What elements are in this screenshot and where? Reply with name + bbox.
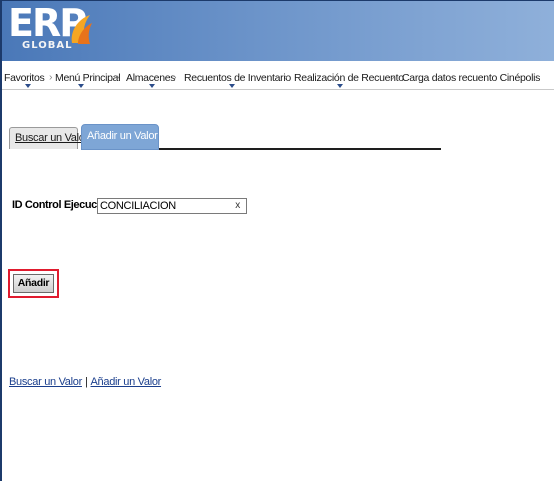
nav-separator: › <box>391 71 395 83</box>
add-button-highlight: Añadir <box>8 269 59 298</box>
almacenes-dropdown-icon[interactable] <box>149 84 155 88</box>
nav-separator: › <box>116 71 120 83</box>
bottom-links: Buscar un Valor | Añadir un Valor <box>9 376 161 388</box>
tab-buscar-un-valor[interactable]: Buscar un Valor <box>9 127 88 149</box>
clear-input-icon[interactable]: x <box>235 199 240 213</box>
id-control-ejecucion-input[interactable]: CONCILIACION x <box>97 198 247 214</box>
favoritos-dropdown-icon[interactable] <box>25 84 31 88</box>
nav-item-recuentos-inventario[interactable]: Recuentos de Inventario <box>184 72 291 84</box>
breadcrumb-navigation: Favoritos › Menú Principal › Almacenes ›… <box>2 61 554 90</box>
add-button[interactable]: Añadir <box>13 274 54 293</box>
page-tabs: Buscar un Valor Añadir un Valor <box>9 124 441 152</box>
recuentos-dropdown-icon[interactable] <box>229 84 235 88</box>
erp-global-logo: ERP GLOBAL <box>8 1 94 55</box>
tab-anadir-un-valor[interactable]: Añadir un Valor <box>81 124 159 150</box>
logo-swoosh-icon <box>71 15 92 44</box>
menu-principal-dropdown-icon[interactable] <box>78 84 84 88</box>
id-control-ejecucion-value: CONCILIACION <box>100 200 176 212</box>
logo-subtext: GLOBAL <box>22 40 73 51</box>
nav-item-almacenes[interactable]: Almacenes <box>126 72 176 84</box>
nav-separator: › <box>49 71 53 83</box>
link-anadir-un-valor[interactable]: Añadir un Valor <box>91 376 162 388</box>
nav-item-carga-datos[interactable]: Carga datos recuento Cinépolis <box>402 72 540 84</box>
tab-divider <box>159 148 441 150</box>
nav-item-realizacion-recuento[interactable]: Realización de Recuento <box>294 72 404 84</box>
nav-item-menu-principal[interactable]: Menú Principal <box>55 72 121 84</box>
app-header: ERP GLOBAL <box>2 1 554 61</box>
realizacion-dropdown-icon[interactable] <box>337 84 343 88</box>
nav-separator: › <box>284 71 288 83</box>
nav-separator: › <box>173 71 177 83</box>
link-separator: | <box>84 376 88 388</box>
link-buscar-un-valor[interactable]: Buscar un Valor <box>9 376 82 388</box>
nav-item-favoritos[interactable]: Favoritos <box>4 72 45 84</box>
